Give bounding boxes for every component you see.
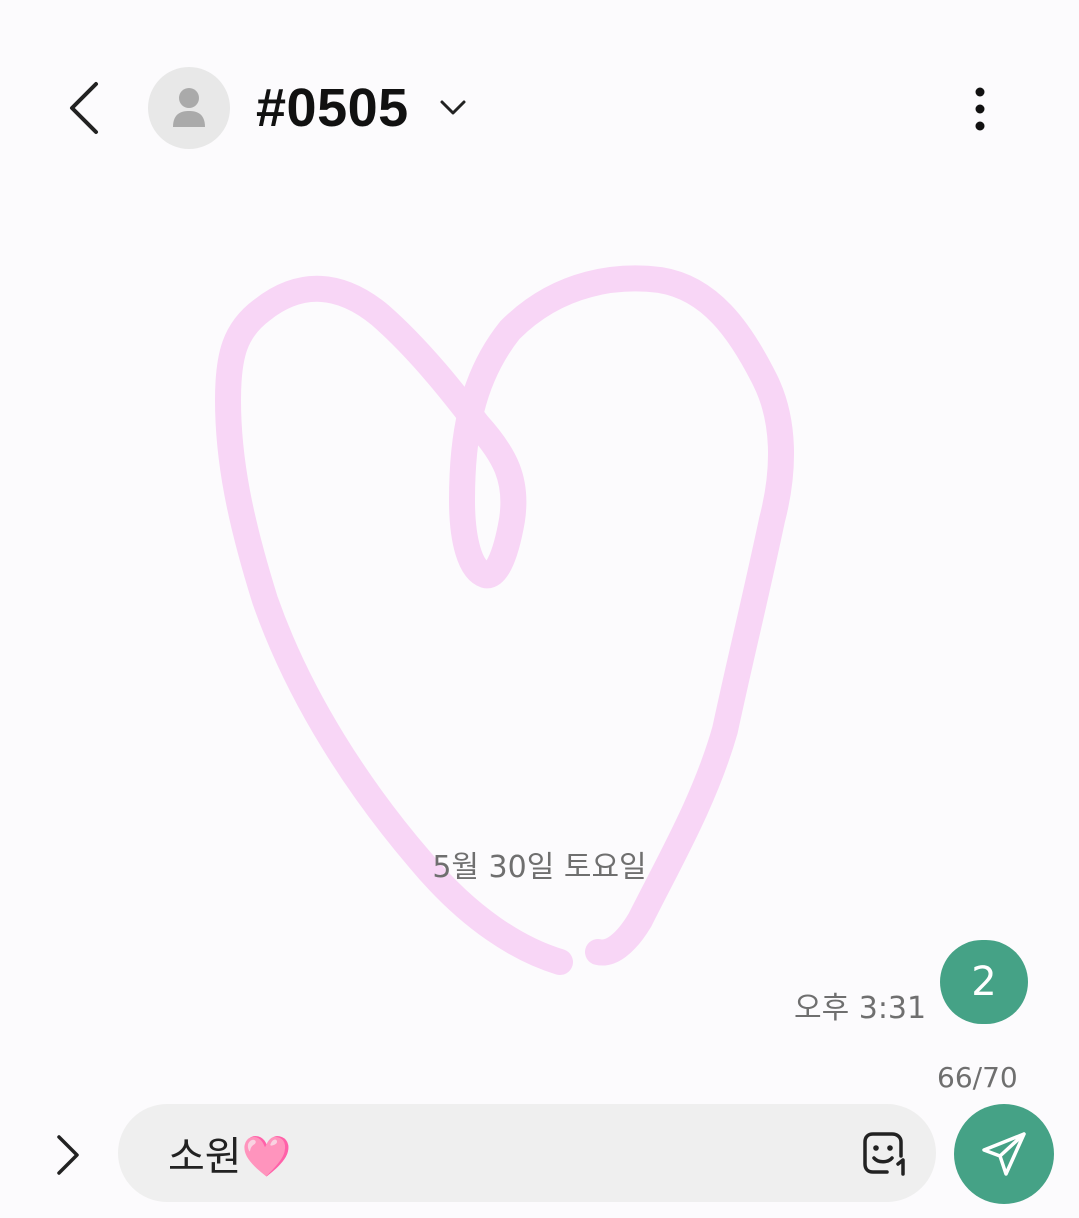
chevron-right-icon — [57, 1135, 79, 1175]
emoji-sticker-icon — [863, 1132, 905, 1176]
date-divider: 5월 30일 토요일 — [432, 850, 647, 885]
message-timestamp: 오후 3:31 — [794, 991, 927, 1026]
unread-badge[interactable]: 2 — [940, 940, 1028, 1024]
heart-drawing — [215, 265, 795, 975]
message-input-field[interactable]: 소원🩷 — [118, 1104, 936, 1202]
contact-title: #0505 — [256, 78, 409, 138]
expand-attachments-button[interactable] — [40, 1120, 96, 1190]
sticker-button[interactable] — [858, 1126, 914, 1182]
more-options-button[interactable] — [950, 78, 1010, 140]
person-icon — [173, 88, 205, 127]
back-button[interactable] — [52, 72, 116, 144]
chevron-down-icon — [439, 99, 467, 117]
character-counter: 66/70 — [937, 1061, 1018, 1094]
contact-avatar[interactable] — [148, 67, 230, 149]
message-input-text[interactable]: 소원🩷 — [168, 1124, 291, 1182]
send-button[interactable] — [954, 1104, 1054, 1204]
send-icon — [982, 1132, 1026, 1176]
chevron-left-icon — [70, 82, 98, 134]
chat-screen: #0505 5월 30일 토요일 오후 3:31 2 66/70 소원🩷 — [0, 0, 1079, 1218]
contact-title-group[interactable]: #0505 — [256, 72, 467, 144]
more-vertical-icon — [975, 87, 985, 131]
